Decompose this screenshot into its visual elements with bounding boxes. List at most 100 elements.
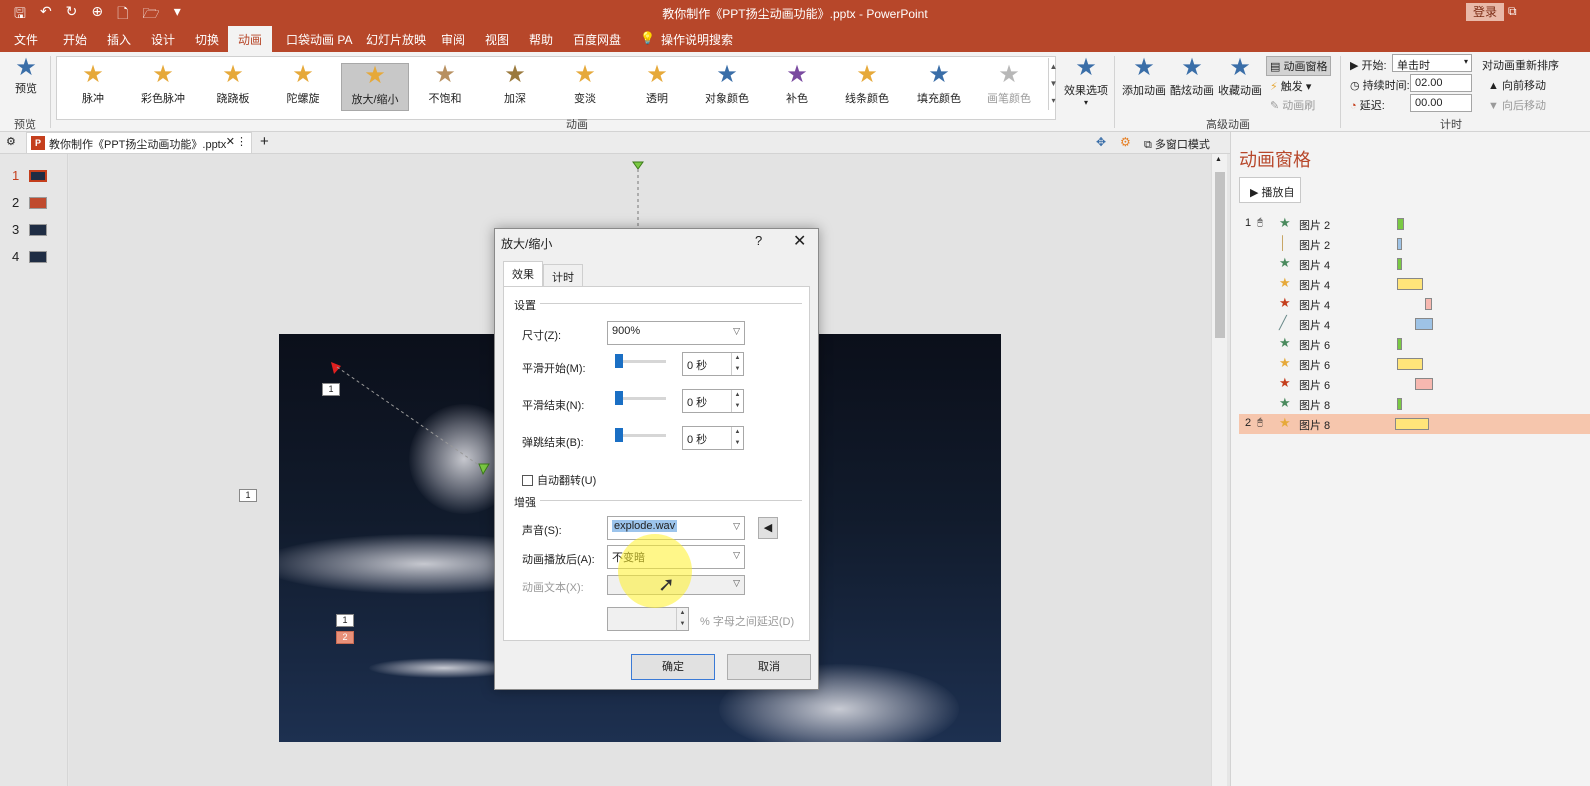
animation-row[interactable]: 2 🖰 ★ 图片 8 [1239, 414, 1590, 434]
gallery-item[interactable]: ★ 陀螺旋 [269, 63, 337, 111]
animation-row[interactable]: ★ 图片 6 [1239, 374, 1590, 394]
checkbox-box[interactable] [522, 475, 533, 486]
animation-row[interactable]: 1 🖰 ★ 图片 2 [1239, 214, 1590, 234]
timeline-bar[interactable] [1425, 298, 1432, 310]
smooth-end-slider[interactable] [618, 397, 666, 400]
auto-reverse-checkbox[interactable]: 自动翻转(U) [522, 472, 596, 488]
letter-delay-spinner[interactable]: ▲ ▼ [607, 607, 689, 631]
tab-slideshow[interactable]: 幻灯片放映 [366, 31, 426, 48]
animation-row[interactable]: ★ 图片 6 [1239, 354, 1590, 374]
slider-handle[interactable] [615, 428, 623, 442]
add-animation-button[interactable]: ★ 添加动画 [1120, 56, 1168, 98]
cancel-button[interactable]: 取消 [727, 654, 811, 680]
gallery-item[interactable]: ★ 加深 [481, 63, 549, 111]
start-select[interactable]: 单击时 ▾ [1392, 54, 1472, 72]
scroll-thumb[interactable] [1215, 172, 1225, 338]
gallery-item[interactable]: ★ 填充颜色 [905, 63, 973, 111]
vertical-scrollbar[interactable]: ▲ [1211, 154, 1227, 786]
close-tab-icon[interactable]: ✕ [226, 135, 235, 148]
tab-transitions[interactable]: 切换 [195, 31, 219, 48]
timeline-bar[interactable] [1397, 278, 1423, 290]
gallery-item[interactable]: ★ 变淡 [551, 63, 619, 111]
tab-animations[interactable]: 动画 [228, 26, 273, 52]
timeline-bar[interactable] [1397, 258, 1402, 270]
gallery-item[interactable]: ★ 放大/缩小 [341, 63, 409, 111]
bounce-end-spinner[interactable]: 0 秒 ▲ ▼ [682, 426, 744, 450]
timeline-bar[interactable] [1397, 238, 1402, 250]
slider-handle[interactable] [615, 391, 623, 405]
collect-animation-button[interactable]: ★ 收藏动画 [1216, 56, 1264, 98]
timeline-bar[interactable] [1397, 218, 1404, 230]
gallery-item[interactable]: ★ 脉冲 [59, 63, 127, 111]
gallery-item[interactable]: ★ 跷跷板 [199, 63, 267, 111]
timeline-bar[interactable] [1397, 338, 1402, 350]
animation-row[interactable]: ★ 图片 6 [1239, 334, 1590, 354]
sound-select[interactable]: explode.wav ▽ [607, 516, 745, 540]
delay-input[interactable]: 00.00 [1410, 94, 1472, 112]
restore-icon[interactable]: ⧉ [1508, 4, 1517, 19]
slide-anim-tag[interactable]: 1 [239, 489, 257, 502]
thumbnail-2[interactable]: 2 [12, 195, 48, 210]
tab-review[interactable]: 审阅 [441, 31, 465, 48]
slide-anim-tag[interactable]: 2 [336, 631, 354, 644]
tab-help[interactable]: 帮助 [529, 31, 553, 48]
tab-design[interactable]: 设计 [151, 31, 175, 48]
document-tab[interactable]: P 教你制作《PPT扬尘动画功能》.pptx ✕ ⋮ [26, 132, 252, 154]
animation-pane-button[interactable]: ▤ 动画窗格 [1266, 56, 1332, 76]
gallery-item[interactable]: ★ 对象颜色 [693, 63, 761, 111]
animation-row[interactable]: ╱ 图片 4 [1239, 314, 1590, 334]
gear-icon[interactable]: ⚙ [1120, 135, 1131, 149]
timeline-bar[interactable] [1415, 378, 1433, 390]
bounce-end-slider[interactable] [618, 434, 666, 437]
thumbnail-1[interactable]: 1 [12, 168, 48, 183]
animation-row[interactable]: ★ 图片 4 [1239, 274, 1590, 294]
tab-effect[interactable]: 效果 [503, 261, 543, 287]
gallery-item[interactable]: ★ 彩色脉冲 [129, 63, 197, 111]
duration-input[interactable]: 02.00 [1410, 74, 1472, 92]
smooth-start-spinner[interactable]: 0 秒 ▲ ▼ [682, 352, 744, 376]
animation-row[interactable]: ★ 图片 4 [1239, 254, 1590, 274]
multi-window-button[interactable]: ⧉ 多窗口模式 [1144, 136, 1210, 152]
animation-row[interactable]: ★ 图片 8 [1239, 394, 1590, 414]
thumbnail-3[interactable]: 3 [12, 222, 48, 237]
tab-settings-icon[interactable]: ⚙ [6, 135, 16, 148]
timeline-bar[interactable] [1397, 398, 1402, 410]
timeline-bar[interactable] [1395, 418, 1429, 430]
animation-painter-button[interactable]: ✎ 动画刷 [1270, 97, 1315, 113]
gallery-item[interactable]: ★ 透明 [623, 63, 691, 111]
new-tab-icon[interactable]: + [260, 133, 269, 150]
close-icon[interactable]: ✕ [793, 231, 806, 251]
gallery-item[interactable]: ★ 画笔颜色 [975, 63, 1043, 111]
smooth-start-slider[interactable] [618, 360, 666, 363]
timeline-bar[interactable] [1415, 318, 1433, 330]
trigger-button[interactable]: ⚡ 触发 ▾ [1270, 78, 1311, 94]
tab-timing[interactable]: 计时 [543, 264, 583, 286]
animation-row[interactable]: ★ 图片 4 [1239, 294, 1590, 314]
tab-file[interactable]: 文件 [14, 31, 38, 48]
tab-more-icon[interactable]: ⋮ [236, 135, 247, 148]
smooth-end-spinner[interactable]: 0 秒 ▲ ▼ [682, 389, 744, 413]
gallery-item[interactable]: ★ 不饱和 [411, 63, 479, 111]
animation-row[interactable]: │ 图片 2 [1239, 234, 1590, 254]
slider-handle[interactable] [615, 354, 623, 368]
gallery-scroll[interactable]: ▲ ▼ ▾ [1048, 58, 1058, 110]
cool-animation-button[interactable]: ★ 酷炫动画 [1168, 56, 1216, 98]
ok-button[interactable]: 确定 [631, 654, 715, 680]
login-button[interactable]: 登录 [1466, 3, 1504, 21]
preview-button[interactable]: ★ 预览 [8, 56, 44, 96]
tab-baidu-netdisk[interactable]: 百度网盘 [573, 31, 621, 48]
tab-insert[interactable]: 插入 [107, 31, 131, 48]
size-select[interactable]: 900% ▽ [607, 321, 745, 345]
tab-view[interactable]: 视图 [485, 31, 509, 48]
tab-pocket-animation[interactable]: 口袋动画 PA [286, 31, 352, 48]
timeline-bar[interactable] [1397, 358, 1423, 370]
help-icon[interactable]: ? [755, 233, 762, 248]
effect-options-button[interactable]: ★ 效果选项 ▾ [1062, 56, 1110, 108]
move-later-button[interactable]: ▼ 向后移动 [1488, 97, 1546, 113]
tab-home[interactable]: 开始 [63, 31, 87, 48]
pin-icon[interactable]: ✥ [1096, 135, 1106, 149]
tell-me-search[interactable]: 操作说明搜索 [661, 31, 733, 48]
gallery-item[interactable]: ★ 补色 [763, 63, 831, 111]
thumbnail-4[interactable]: 4 [12, 249, 48, 264]
scroll-up-icon[interactable]: ▲ [1215, 156, 1222, 163]
